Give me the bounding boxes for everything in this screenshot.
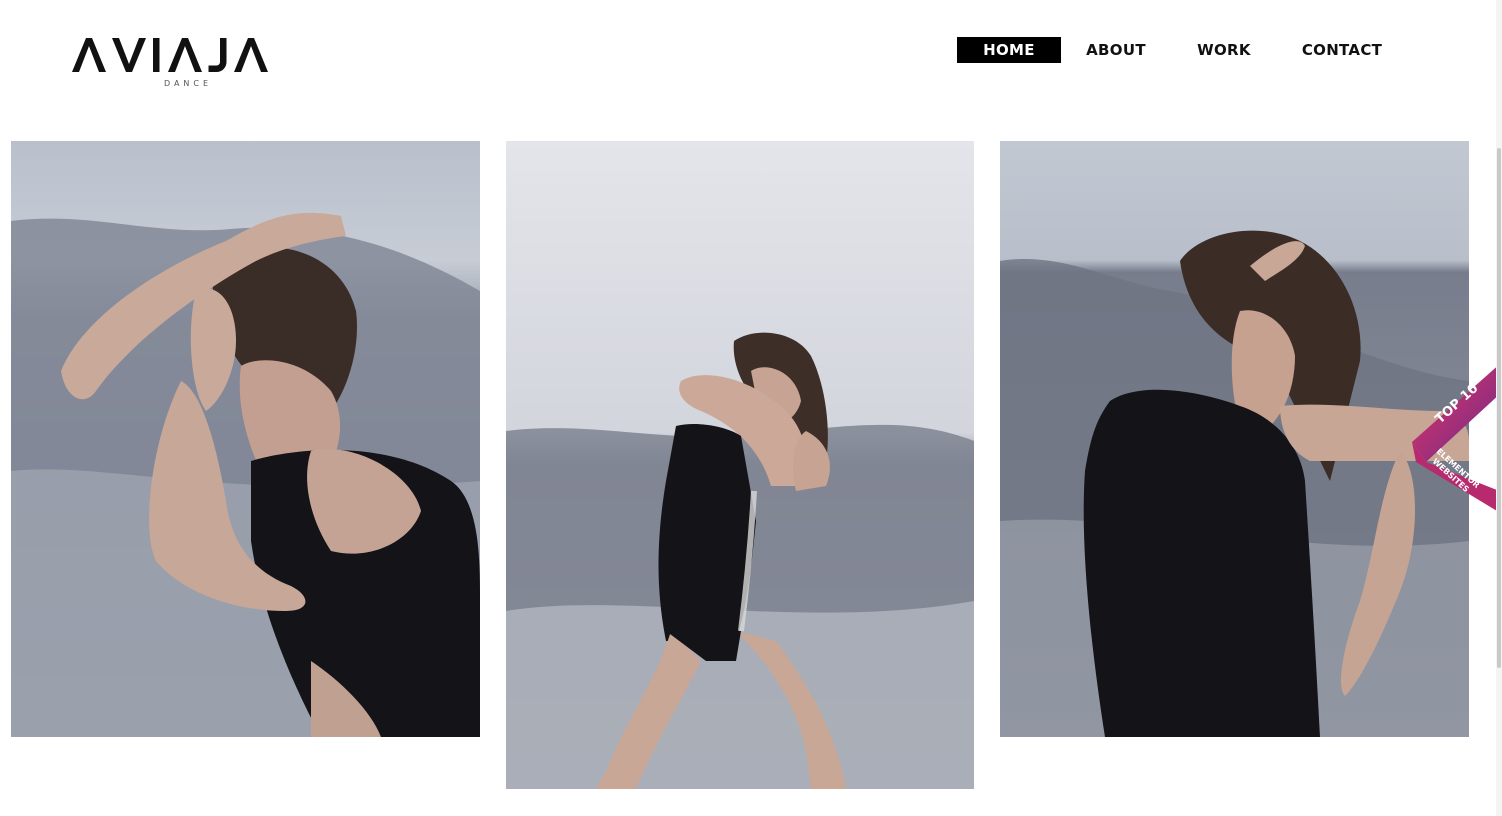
nav-contact[interactable]: CONTACT	[1296, 37, 1388, 63]
badge-ribbon-graphic: TOP 10 ELEMENTOR WEBSITES	[1412, 362, 1502, 514]
dancer-photo-pouring-sand[interactable]	[506, 141, 974, 789]
nav-work[interactable]: WORK	[1190, 37, 1258, 63]
nav-home[interactable]: HOME	[957, 37, 1061, 63]
photo-1-image	[11, 141, 480, 737]
logo-subtitle: DANCE	[163, 79, 213, 88]
photo-2-image	[506, 141, 974, 789]
dancer-photo-arching-back[interactable]	[1000, 141, 1469, 737]
aviaja-wordmark	[72, 38, 268, 72]
dancer-photo-hands-on-head[interactable]	[11, 141, 480, 737]
top10-elementor-badge[interactable]: TOP 10 ELEMENTOR WEBSITES	[1406, 362, 1502, 514]
scrollbar-thumb[interactable]	[1497, 148, 1501, 668]
aviaja-logo[interactable]: DANCE	[72, 34, 304, 94]
site-header: DANCE HOME ABOUT WORK CONTACT	[0, 0, 1502, 120]
nav-about[interactable]: ABOUT	[1078, 37, 1154, 63]
photo-3-image	[1000, 141, 1469, 737]
page-scrollbar[interactable]	[1496, 0, 1502, 816]
